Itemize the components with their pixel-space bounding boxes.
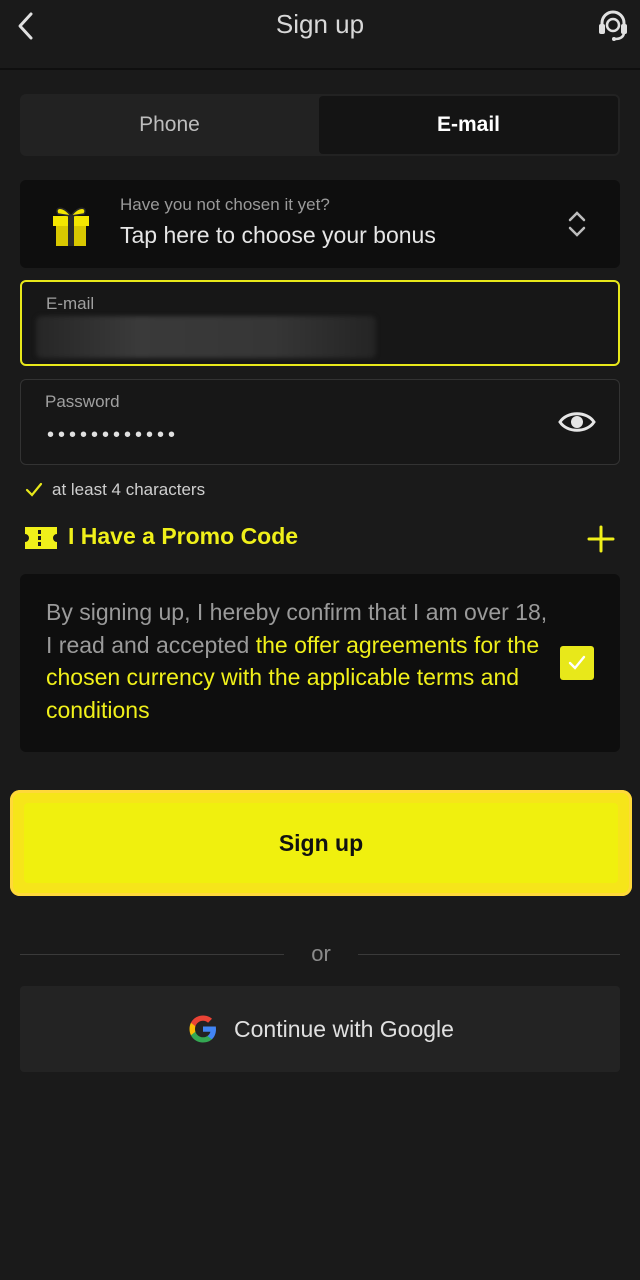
bonus-label: Tap here to choose your bonus <box>120 222 436 248</box>
headset-support-icon <box>599 10 627 41</box>
gift-icon <box>53 207 89 246</box>
tab-email[interactable]: E-mail <box>319 96 618 154</box>
email-field-value-redacted <box>36 316 376 358</box>
validation-text: at least 4 characters <box>52 480 206 499</box>
password-masked-value: •••••••••••• <box>47 424 180 446</box>
chevron-up-down-icon <box>568 211 586 237</box>
divider-line-left <box>20 954 284 955</box>
password-field[interactable]: Password •••••••••••• <box>20 379 620 465</box>
email-field-label: E-mail <box>46 294 95 313</box>
continue-with-google-button[interactable]: Continue with Google <box>20 986 620 1072</box>
google-icon <box>189 1015 217 1043</box>
signup-button[interactable]: Sign up <box>24 803 618 883</box>
check-icon <box>25 482 43 497</box>
divider-or: or <box>311 941 331 966</box>
google-button-label: Continue with Google <box>234 1015 454 1042</box>
check-icon <box>568 655 586 670</box>
eye-icon[interactable] <box>557 406 597 438</box>
ticket-icon <box>25 527 57 549</box>
support-button[interactable] <box>592 4 634 46</box>
bonus-selector[interactable]: Have you not chosen it yet? Tap here to … <box>20 180 620 268</box>
password-field-label: Password <box>45 392 120 411</box>
bonus-hint: Have you not chosen it yet? <box>120 195 330 214</box>
terms-agreement: By signing up, I hereby confirm that I a… <box>20 574 620 752</box>
promo-code-label: I Have a Promo Code <box>68 523 299 549</box>
password-validation: at least 4 characters <box>24 480 205 500</box>
agreement-checkbox[interactable] <box>560 646 594 680</box>
divider-line-right <box>358 954 620 955</box>
promo-code-toggle[interactable]: I Have a Promo Code <box>22 518 622 558</box>
page-title: Sign up <box>275 9 365 39</box>
tab-phone[interactable]: Phone <box>20 94 319 156</box>
email-field[interactable]: E-mail <box>20 280 620 366</box>
agreement-text: By signing up, I hereby confirm that I a… <box>46 596 556 726</box>
plus-icon[interactable] <box>586 524 616 554</box>
signup-method-tabs: Phone E-mail <box>20 94 620 156</box>
